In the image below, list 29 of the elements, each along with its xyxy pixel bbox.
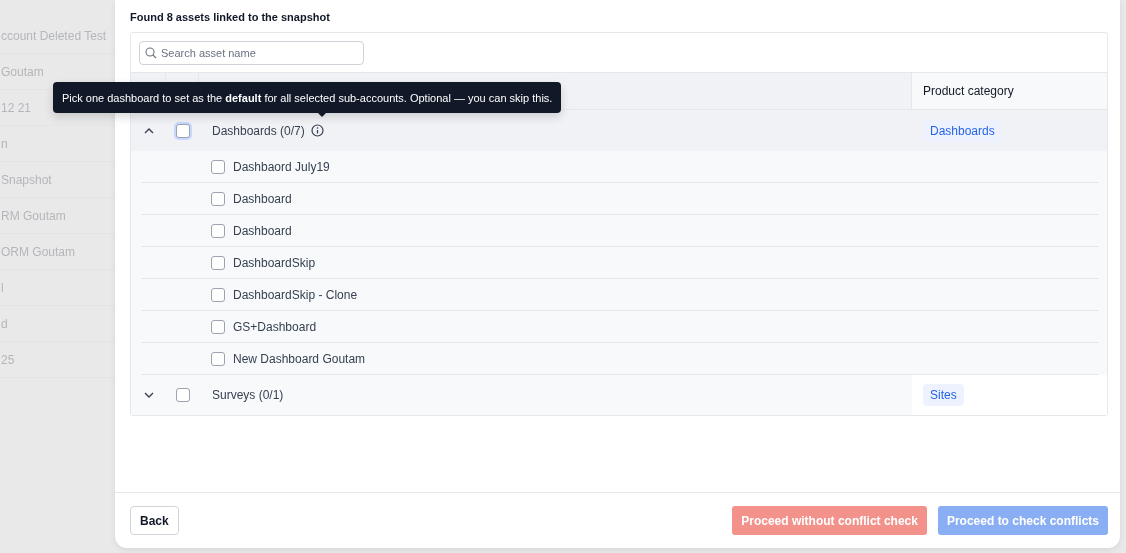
back-button[interactable]: Back xyxy=(130,506,179,535)
tooltip: Pick one dashboard to set as the default for all selected sub-accounts. Optional — you can skip this. xyxy=(53,82,562,113)
checkbox[interactable] xyxy=(211,223,225,238)
group-name: Surveys (0/1) xyxy=(212,388,284,402)
group-name: Dashboards (0/7) xyxy=(212,123,305,138)
asset-name: DashboardSkip - Clone xyxy=(233,287,358,302)
asset-name: Dashboard xyxy=(233,191,292,206)
tooltip-arrow xyxy=(317,112,327,117)
chevron-icon[interactable] xyxy=(143,127,154,134)
asset-name: New Dashboard Goutam xyxy=(233,351,366,366)
checkbox[interactable] xyxy=(211,159,225,174)
category-tag: Sites xyxy=(923,384,964,406)
chevron-icon[interactable] xyxy=(143,392,154,398)
checkbox[interactable] xyxy=(211,191,225,206)
info-icon[interactable] xyxy=(310,124,324,137)
checkbox[interactable] xyxy=(211,255,225,270)
asset-name: Dashboard xyxy=(233,223,292,238)
search-icon xyxy=(145,46,157,59)
asset-name: GS+Dashboard xyxy=(233,319,317,334)
assets-heading: Found 8 assets linked to the snapshot xyxy=(130,11,331,23)
category-tag: Dashboards xyxy=(923,119,1002,142)
column-header: Product category xyxy=(923,84,1014,98)
checkbox[interactable] xyxy=(211,287,225,302)
checkbox[interactable] xyxy=(211,351,225,366)
asset-name: DashboardSkip xyxy=(233,255,316,270)
checkbox[interactable] xyxy=(211,319,225,334)
asset-name: Dashbaord July19 xyxy=(233,159,330,174)
search-field[interactable]: Search asset name xyxy=(139,40,364,65)
checkbox[interactable] xyxy=(175,388,190,402)
